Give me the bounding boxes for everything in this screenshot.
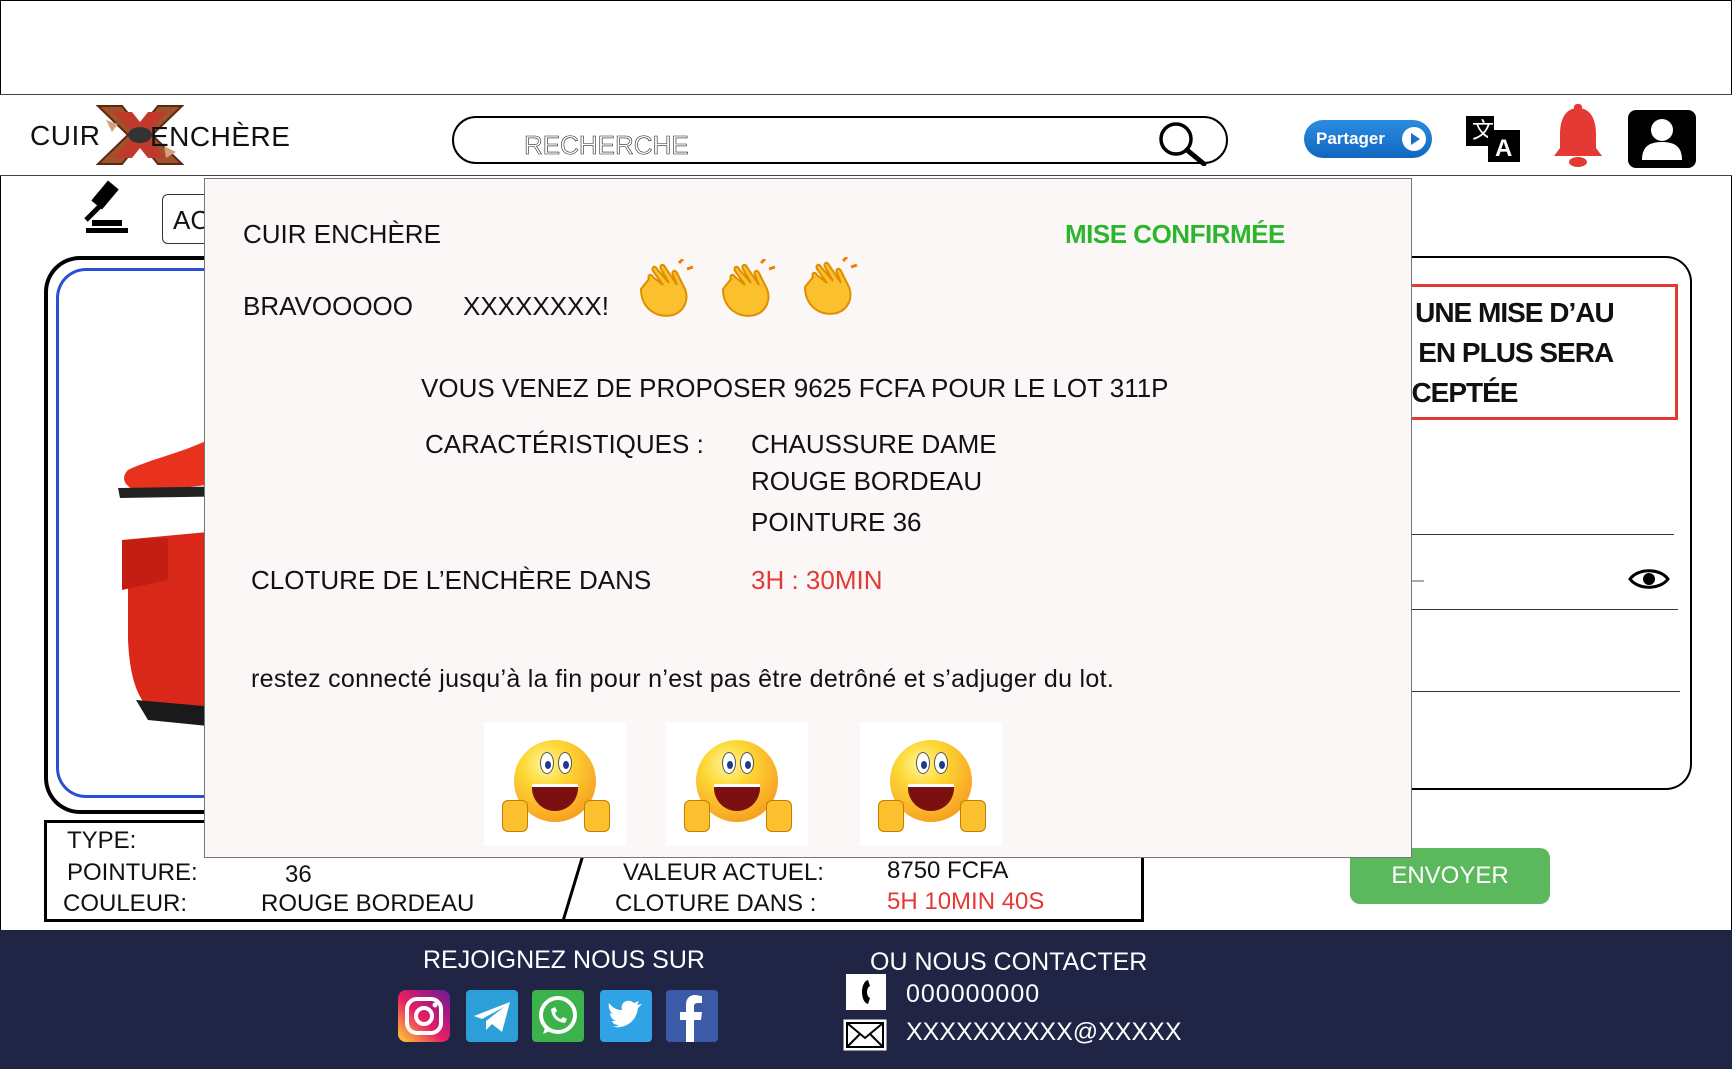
modal-brand: CUIR ENCHÈRE xyxy=(243,219,441,249)
whatsapp-icon[interactable] xyxy=(532,990,584,1042)
share-label: Partager xyxy=(1316,129,1385,148)
mail-icon xyxy=(843,1019,887,1051)
field-cursor-mark xyxy=(1412,580,1424,582)
logo-text-left: CUIR xyxy=(30,120,101,151)
stay-connected-message: restez connecté jusqu’à la fin pour n’es… xyxy=(251,665,1115,693)
couleur-value: ROUGE BORDEAU xyxy=(261,890,475,917)
username-text: XXXXXXXX! xyxy=(463,291,609,321)
proposal-text: VOUS VENEZ DE PROPOSER 9625 FCFA POUR LE… xyxy=(421,373,1169,403)
twitter-icon[interactable] xyxy=(600,990,652,1042)
caracteristique-item: ROUGE BORDEAU xyxy=(751,466,983,496)
site-logo[interactable]: CUIR ENCHÈRE xyxy=(30,100,290,170)
contact-title: OU NOUS CONTACTER xyxy=(870,948,1148,976)
pointure-value: 36 xyxy=(285,861,312,888)
email-address[interactable]: XXXXXXXXXX@XXXXX xyxy=(906,1018,1182,1047)
type-label: TYPE: xyxy=(67,827,137,854)
bravo-text: BRAVOOOOO xyxy=(243,291,413,321)
share-button[interactable]: Partager xyxy=(1304,120,1432,158)
play-icon xyxy=(1402,127,1426,151)
pointure-label: POINTURE: xyxy=(67,859,198,886)
caracteristiques-label: CARACTÉRISTIQUES : xyxy=(425,429,704,459)
thumbs-up-smiley-icon xyxy=(860,722,1002,846)
form-divider-2 xyxy=(1412,609,1678,610)
svg-text:A: A xyxy=(1495,135,1512,162)
caracteristique-item: CHAUSSURE DAME xyxy=(751,429,997,459)
bid-password-field[interactable] xyxy=(1412,536,1678,608)
search-input[interactable]: RECHERCHE xyxy=(524,130,689,161)
footer: REJOIGNEZ NOUS SUR OU NOUS CONTACTER 000… xyxy=(0,930,1732,1069)
translate-icon[interactable]: 文 A xyxy=(1466,114,1522,164)
cloture-value: 5H 10MIN 40S xyxy=(887,888,1045,915)
cloture-label: CLOTURE DANS : xyxy=(615,890,817,917)
caracteristique-item: POINTURE 36 xyxy=(751,507,922,537)
closing-countdown: 3H : 30MIN xyxy=(751,565,883,595)
thumbs-up-smiley-icon xyxy=(666,722,808,846)
auction-gavel-icon[interactable] xyxy=(80,180,132,234)
search-icon[interactable] xyxy=(1156,120,1208,166)
clapping-hands-icon xyxy=(721,259,776,317)
thumbs-up-smiley-icon xyxy=(484,722,626,846)
telegram-icon[interactable] xyxy=(466,990,518,1042)
confirmation-status: MISE CONFIRMÉE xyxy=(1065,219,1285,249)
phone-icon xyxy=(846,974,886,1010)
facebook-icon[interactable] xyxy=(666,990,718,1042)
notification-bell-icon[interactable] xyxy=(1550,104,1606,168)
couleur-label: COULEUR: xyxy=(63,890,188,917)
product-image-card xyxy=(44,256,248,814)
valeur-value: 8750 FCFA xyxy=(887,857,1009,884)
eye-icon[interactable] xyxy=(1628,566,1670,592)
info-separator xyxy=(561,854,585,922)
instagram-icon[interactable] xyxy=(398,990,450,1042)
user-account-icon[interactable] xyxy=(1628,110,1696,168)
join-title: REJOIGNEZ NOUS SUR xyxy=(423,946,705,974)
form-divider xyxy=(1412,534,1674,535)
bid-confirmation-modal: CUIR ENCHÈRE MISE CONFIRMÉE BRAVOOOOO XX… xyxy=(204,178,1412,858)
phone-number[interactable]: 000000000 xyxy=(906,980,1040,1009)
valeur-label: VALEUR ACTUEL: xyxy=(623,859,824,886)
clapping-hands-icon xyxy=(639,259,694,317)
closing-label: CLOTURE DE L’ENCHÈRE DANS xyxy=(251,565,652,595)
logo-text-right: ENCHÈRE xyxy=(150,121,291,152)
form-divider-3 xyxy=(1412,691,1680,692)
clapping-hands-icon xyxy=(803,257,858,315)
search-bar[interactable]: RECHERCHE xyxy=(452,116,1228,166)
